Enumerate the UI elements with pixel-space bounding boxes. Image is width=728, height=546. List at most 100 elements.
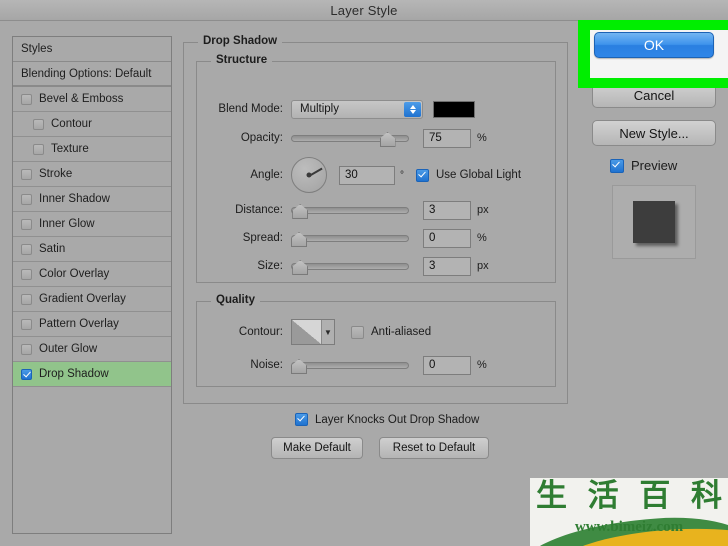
- styles-item-label: Gradient Overlay: [39, 293, 126, 305]
- watermark: 生 活 百 科 www.bimeiz.com: [530, 478, 728, 546]
- preview-row[interactable]: Preview: [610, 158, 677, 173]
- noise-input[interactable]: 0: [423, 355, 471, 375]
- styles-item-label: Drop Shadow: [39, 368, 109, 380]
- make-default-label: Make Default: [283, 442, 351, 454]
- sidebar-item-outer-glow[interactable]: Outer Glow: [13, 337, 171, 362]
- checkbox-texture[interactable]: [33, 143, 44, 155]
- angle-row: Angle: 30 ° Use Global Light: [205, 156, 521, 194]
- sidebar-item-bevel-emboss[interactable]: Bevel & Emboss: [13, 87, 171, 112]
- ok-button[interactable]: OK: [594, 32, 714, 58]
- checkbox-stroke[interactable]: [21, 168, 32, 180]
- reset-to-default-label: Reset to Default: [392, 442, 476, 454]
- size-input[interactable]: 3: [423, 256, 471, 276]
- checkbox-anti-aliased[interactable]: [351, 325, 364, 339]
- sidebar-item-blending-options[interactable]: Blending Options: Default: [13, 62, 171, 87]
- chevron-down-icon[interactable]: ▼: [322, 320, 334, 344]
- spread-row: Spread: 0 %: [205, 227, 487, 249]
- opacity-input[interactable]: 75: [423, 128, 471, 148]
- preview-thumbnail: [612, 185, 696, 259]
- contour-curve-icon: [292, 320, 322, 344]
- checkbox-contour[interactable]: [33, 118, 44, 130]
- blend-mode-select[interactable]: Multiply: [291, 99, 423, 119]
- watermark-char: 生: [536, 478, 567, 514]
- angle-dial-hub: [306, 172, 312, 178]
- distance-slider[interactable]: [291, 201, 409, 219]
- styles-item-label: Bevel & Emboss: [39, 93, 124, 105]
- sidebar-item-drop-shadow[interactable]: Drop Shadow: [13, 362, 171, 387]
- angle-value: 30: [345, 169, 358, 181]
- spread-value: 0: [429, 232, 436, 244]
- use-global-light-label: Use Global Light: [436, 169, 522, 181]
- spread-label: Spread:: [242, 232, 283, 244]
- opacity-unit: %: [477, 132, 487, 144]
- window-title-bar: Layer Style: [0, 0, 728, 21]
- sidebar-item-color-overlay[interactable]: Color Overlay: [13, 262, 171, 287]
- watermark-char: 活: [587, 478, 619, 514]
- size-slider[interactable]: [291, 257, 409, 275]
- watermark-char: 百: [639, 478, 671, 514]
- drop-shadow-group-label: Drop Shadow: [198, 35, 283, 47]
- quality-group-label: Quality: [211, 294, 260, 306]
- distance-row: Distance: 3 px: [205, 199, 489, 221]
- styles-item-label: Pattern Overlay: [39, 318, 119, 330]
- styles-item-label: Satin: [39, 243, 66, 255]
- size-unit: px: [477, 260, 489, 272]
- distance-value: 3: [429, 204, 436, 216]
- opacity-value: 75: [429, 132, 442, 144]
- sidebar-item-contour[interactable]: Contour: [13, 112, 171, 137]
- checkbox-bevel-emboss[interactable]: [21, 93, 32, 105]
- sidebar-item-satin[interactable]: Satin: [13, 237, 171, 262]
- angle-input[interactable]: 30: [339, 165, 395, 185]
- checkbox-inner-glow[interactable]: [21, 218, 32, 230]
- reset-to-default-button[interactable]: Reset to Default: [379, 437, 489, 459]
- spread-input[interactable]: 0: [423, 228, 471, 248]
- new-style-label: New Style...: [619, 125, 689, 141]
- angle-dial[interactable]: [291, 157, 327, 193]
- checkbox-use-global-light[interactable]: [416, 168, 429, 182]
- anti-aliased-row[interactable]: Anti-aliased: [351, 325, 431, 339]
- sidebar-item-gradient-overlay[interactable]: Gradient Overlay: [13, 287, 171, 312]
- drop-shadow-group: Drop Shadow Structure Blend Mode: Multip…: [183, 35, 568, 404]
- contour-preset-picker[interactable]: ▼: [291, 319, 335, 345]
- noise-label: Noise:: [250, 359, 283, 371]
- checkbox-preview[interactable]: [610, 158, 624, 173]
- blend-mode-label: Blend Mode:: [218, 103, 283, 115]
- ok-button-wrapper: OK: [594, 32, 714, 58]
- sidebar-item-texture[interactable]: Texture: [13, 137, 171, 162]
- checkbox-pattern-overlay[interactable]: [21, 318, 32, 330]
- noise-value: 0: [429, 359, 436, 371]
- structure-group-label: Structure: [211, 54, 273, 66]
- styles-list-header[interactable]: Styles: [13, 37, 171, 62]
- checkbox-inner-shadow[interactable]: [21, 193, 32, 205]
- shadow-color-swatch[interactable]: [433, 100, 475, 118]
- styles-list[interactable]: Styles Blending Options: Default Bevel &…: [12, 36, 172, 534]
- sidebar-item-inner-shadow[interactable]: Inner Shadow: [13, 187, 171, 212]
- opacity-slider[interactable]: [291, 129, 409, 147]
- layer-knocks-out-row[interactable]: Layer Knocks Out Drop Shadow: [295, 413, 479, 426]
- sidebar-item-pattern-overlay[interactable]: Pattern Overlay: [13, 312, 171, 337]
- checkbox-satin[interactable]: [21, 243, 32, 255]
- size-label: Size:: [257, 260, 283, 272]
- checkbox-layer-knocks-out[interactable]: [295, 413, 308, 426]
- watermark-characters: 生 活 百 科: [536, 481, 722, 512]
- use-global-light-row[interactable]: Use Global Light: [416, 168, 522, 182]
- angle-label: Angle:: [250, 169, 283, 181]
- checkbox-gradient-overlay[interactable]: [21, 293, 32, 305]
- noise-slider-track: [291, 361, 409, 369]
- preview-label: Preview: [631, 158, 678, 173]
- spread-slider[interactable]: [291, 229, 409, 247]
- watermark-url: www.bimeiz.com: [574, 519, 684, 535]
- sidebar-item-inner-glow[interactable]: Inner Glow: [13, 212, 171, 237]
- new-style-button[interactable]: New Style...: [592, 120, 716, 146]
- distance-input[interactable]: 3: [423, 200, 471, 220]
- sidebar-item-stroke[interactable]: Stroke: [13, 162, 171, 187]
- distance-label: Distance:: [235, 204, 283, 216]
- styles-item-label: Blending Options: Default: [21, 67, 152, 80]
- noise-slider[interactable]: [291, 356, 409, 374]
- checkbox-color-overlay[interactable]: [21, 268, 32, 280]
- checkbox-outer-glow[interactable]: [21, 343, 32, 355]
- chevron-updown-icon[interactable]: [404, 101, 421, 117]
- make-default-button[interactable]: Make Default: [271, 437, 363, 459]
- size-slider-track: [291, 262, 409, 270]
- checkbox-drop-shadow[interactable]: [21, 368, 32, 380]
